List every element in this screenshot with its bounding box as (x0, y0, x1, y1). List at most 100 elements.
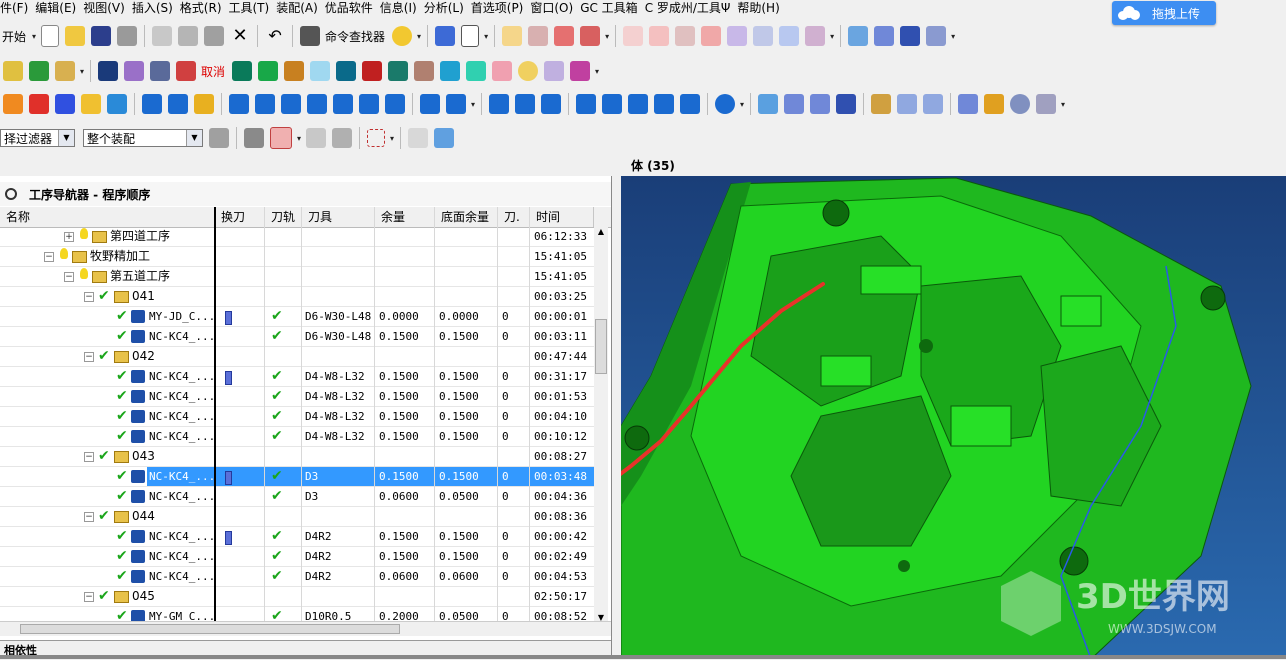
shape-icon[interactable] (701, 26, 722, 46)
menu-item[interactable]: 视图(V) (83, 0, 132, 16)
gear-icon[interactable] (715, 94, 736, 114)
operation-row[interactable]: ✔ NC-KC4_... ✔ D6-W30-L48 0.1500 0.1500 0 00:03… (0, 327, 594, 347)
group-row[interactable]: − ✔ 042 00:47:44 (0, 347, 594, 367)
operation-row[interactable]: ✔ MY-GM_C... ✔ D10R0.5 0.2000 0.0500 0 00:08:52 (0, 607, 594, 622)
layer-icon[interactable] (150, 61, 171, 81)
diamond-icon[interactable] (310, 61, 331, 81)
box-select-icon[interactable] (367, 129, 386, 147)
tool-icon[interactable] (1036, 94, 1057, 114)
red-cube-icon[interactable] (362, 61, 383, 81)
cam-tool-icon[interactable] (576, 94, 597, 114)
box-icon[interactable] (434, 128, 455, 148)
collapse-icon[interactable]: − (64, 272, 74, 282)
graphics-viewport[interactable]: 3D世界网 WWW.3DSJW.COM (621, 176, 1286, 659)
operation-row[interactable]: ✔ NC-KC4_... ✔ D3 0.1500 0.1500 0 00:03:48 (0, 467, 594, 487)
assembly-scope-combo[interactable]: 整个装配 ▼ (83, 129, 203, 147)
filter-icon[interactable] (209, 128, 229, 148)
pin-icon[interactable] (5, 188, 17, 200)
face-photo-icon[interactable] (414, 61, 435, 81)
curve-tool-icon[interactable] (528, 26, 549, 46)
group-row[interactable]: + 第四道工序 06:12:33 (0, 227, 594, 247)
tool-icon[interactable] (923, 94, 944, 114)
menu-item[interactable]: 插入(S) (132, 0, 180, 16)
selection-filter-combo[interactable]: 择过滤器 ▼ (0, 129, 75, 147)
cam-tool-icon[interactable] (515, 94, 536, 114)
command-finder[interactable]: 命令查找器 (325, 28, 385, 45)
group-row[interactable]: − ✔ 044 00:08:36 (0, 507, 594, 527)
navigator-horizontal-scrollbar[interactable] (0, 621, 611, 636)
menu-item[interactable]: C 罗成州/工具Ψ (645, 0, 738, 16)
point-icon[interactable] (332, 128, 353, 148)
snap-point-icon[interactable] (270, 127, 292, 149)
info-icon[interactable] (461, 25, 480, 47)
group-row[interactable]: − ✔ 041 00:03:25 (0, 287, 594, 307)
tool-icon[interactable] (836, 94, 857, 114)
menu-item[interactable]: 装配(A) (276, 0, 325, 16)
green-cube-icon[interactable] (258, 61, 279, 81)
cam-tool-icon[interactable] (628, 94, 649, 114)
column-header[interactable]: 名称 (0, 207, 215, 227)
dark-block-icon[interactable] (336, 61, 357, 81)
cam-tool-icon[interactable] (255, 94, 275, 114)
solid-cube-icon[interactable] (232, 61, 253, 81)
point-icon[interactable] (306, 128, 327, 148)
info-icon[interactable] (489, 94, 510, 114)
check-tool-icon[interactable] (848, 26, 869, 46)
select-icon[interactable] (244, 128, 264, 148)
collapse-icon[interactable]: − (84, 352, 94, 362)
undo-icon[interactable]: ↶ (265, 26, 285, 46)
intersect-curve-icon[interactable] (805, 26, 826, 46)
tool-icon[interactable] (897, 94, 918, 114)
cam-tool-icon[interactable] (654, 94, 675, 114)
operation-row[interactable]: ✔ NC-KC4_... ✔ D4R2 0.0600 0.0600 0 00:04:53 (0, 567, 594, 587)
start-menu[interactable]: 开始 (2, 28, 26, 45)
cam-tool-icon[interactable] (281, 94, 301, 114)
spline-icon[interactable] (675, 26, 696, 46)
assembly-tool-icon[interactable] (926, 26, 947, 46)
table-tool-icon[interactable] (176, 61, 197, 81)
cam-tool-icon[interactable] (541, 94, 562, 114)
column-header[interactable]: 底面余量 (435, 207, 498, 227)
project-curve-icon[interactable] (779, 26, 800, 46)
folder-tool-icon[interactable] (446, 94, 466, 114)
delete-icon[interactable]: ✕ (230, 26, 250, 46)
menu-item[interactable]: 优品软件 (325, 0, 380, 16)
check-tool-icon[interactable] (758, 94, 779, 114)
curve-tool-icon[interactable] (580, 26, 601, 46)
tool-icon[interactable] (544, 61, 565, 81)
color-tool-icon[interactable] (55, 94, 75, 114)
menu-item[interactable]: 信息(I) (380, 0, 424, 16)
column-header[interactable]: 刀. (498, 207, 530, 227)
cam-tool-icon[interactable] (420, 94, 440, 114)
operation-row[interactable]: ✔ NC-KC4_... ✔ D4-W8-L32 0.1500 0.1500 0 00:01:… (0, 387, 594, 407)
operation-row[interactable]: ✔ NC-KC4_... ✔ D3 0.0600 0.0500 0 00:04:36 (0, 487, 594, 507)
flag-icon[interactable] (871, 94, 892, 114)
collapse-icon[interactable]: − (84, 512, 94, 522)
copy-icon[interactable] (178, 26, 199, 46)
collapse-icon[interactable]: − (84, 592, 94, 602)
operation-row[interactable]: ✔ NC-KC4_... ✔ D4R2 0.1500 0.1500 0 00:00:42 (0, 527, 594, 547)
column-header[interactable]: 刀具 (302, 207, 375, 227)
cam-tool-icon[interactable] (142, 94, 162, 114)
pig-icon[interactable] (492, 61, 513, 81)
offset-curve-icon[interactable] (727, 26, 748, 46)
curve-tool-icon[interactable] (554, 26, 575, 46)
name-tool-icon[interactable] (385, 94, 405, 114)
menu-item[interactable]: 格式(R) (180, 0, 229, 16)
tool-icon[interactable] (810, 94, 831, 114)
cam-tool-icon[interactable] (307, 94, 327, 114)
column-header[interactable]: 余量 (375, 207, 435, 227)
clock-icon[interactable] (1010, 94, 1031, 114)
part-icon[interactable] (124, 61, 145, 81)
upload-button[interactable]: 拖拽上传 (1112, 1, 1216, 25)
menu-item[interactable]: 窗口(O) (530, 0, 580, 16)
cam-tool-icon[interactable] (194, 94, 214, 114)
menu-item[interactable]: 件(F) (0, 0, 35, 16)
binoculars-icon[interactable] (300, 26, 321, 46)
group-row[interactable]: − ✔ 045 02:50:17 (0, 587, 594, 607)
tool-icon[interactable] (984, 94, 1005, 114)
cylinder-icon[interactable] (570, 61, 591, 81)
save-icon[interactable] (91, 26, 112, 46)
cancel-tool[interactable]: 取消 (201, 63, 225, 80)
surface-tool-icon[interactable] (55, 61, 75, 81)
